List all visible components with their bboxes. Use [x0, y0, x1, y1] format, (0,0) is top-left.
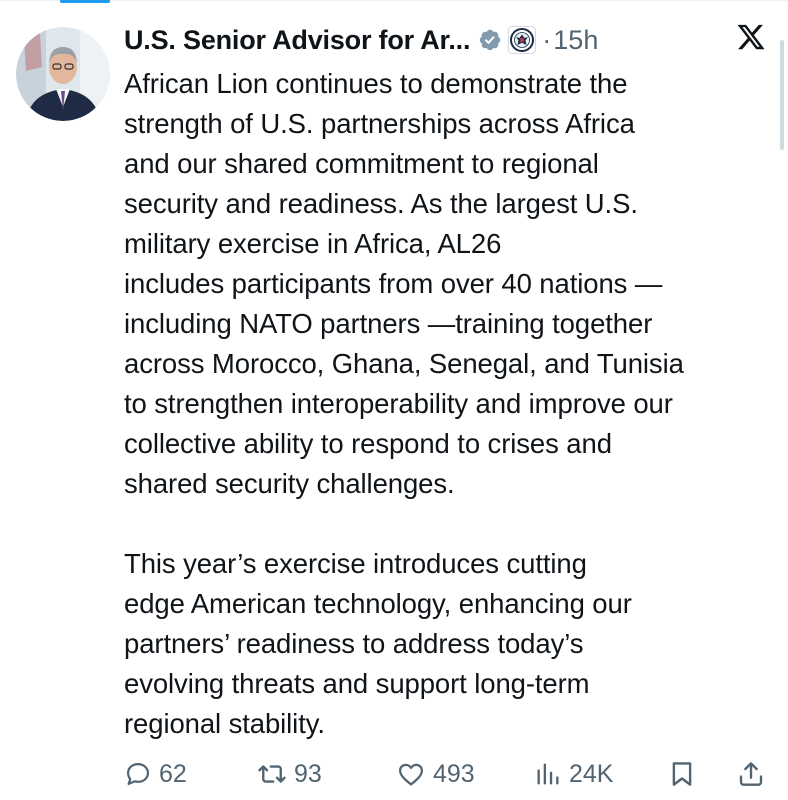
reply-button[interactable]: 62: [124, 752, 187, 796]
share-icon: [736, 759, 766, 789]
repost-count: 93: [294, 759, 322, 788]
analytics-icon: [534, 760, 562, 788]
tweet-header: U.S. Senior Advisor for Ar... · 15h: [124, 20, 766, 60]
reply-count: 62: [159, 759, 187, 788]
avatar[interactable]: [16, 27, 110, 121]
heart-icon: [396, 759, 426, 789]
scrollbar[interactable]: [780, 40, 784, 150]
top-divider: [0, 0, 788, 1]
views-count: 24K: [569, 759, 614, 788]
tweet-text: African Lion continues to demonstrate th…: [124, 68, 684, 739]
bookmark-button[interactable]: [667, 752, 697, 796]
repost-button[interactable]: 93: [257, 752, 322, 796]
repost-icon: [257, 759, 287, 789]
share-button[interactable]: [736, 752, 766, 796]
separator: ·: [542, 24, 552, 55]
tab-indicator: [60, 0, 110, 3]
state-department-seal-icon[interactable]: [508, 26, 537, 54]
author-name[interactable]: U.S. Senior Advisor for Ar...: [124, 25, 470, 56]
timestamp[interactable]: 15h: [553, 25, 598, 56]
tweet-body: U.S. Senior Advisor for Ar... · 15h Afri…: [124, 20, 766, 744]
x-logo-icon: [736, 22, 766, 57]
reply-icon: [124, 760, 152, 788]
action-bar: 62 93 493 24K: [124, 752, 774, 796]
like-count: 493: [433, 759, 475, 788]
views-button[interactable]: 24K: [534, 752, 613, 796]
like-button[interactable]: 493: [396, 752, 475, 796]
bookmark-icon: [667, 759, 697, 789]
verified-badge-icon[interactable]: [478, 28, 502, 52]
